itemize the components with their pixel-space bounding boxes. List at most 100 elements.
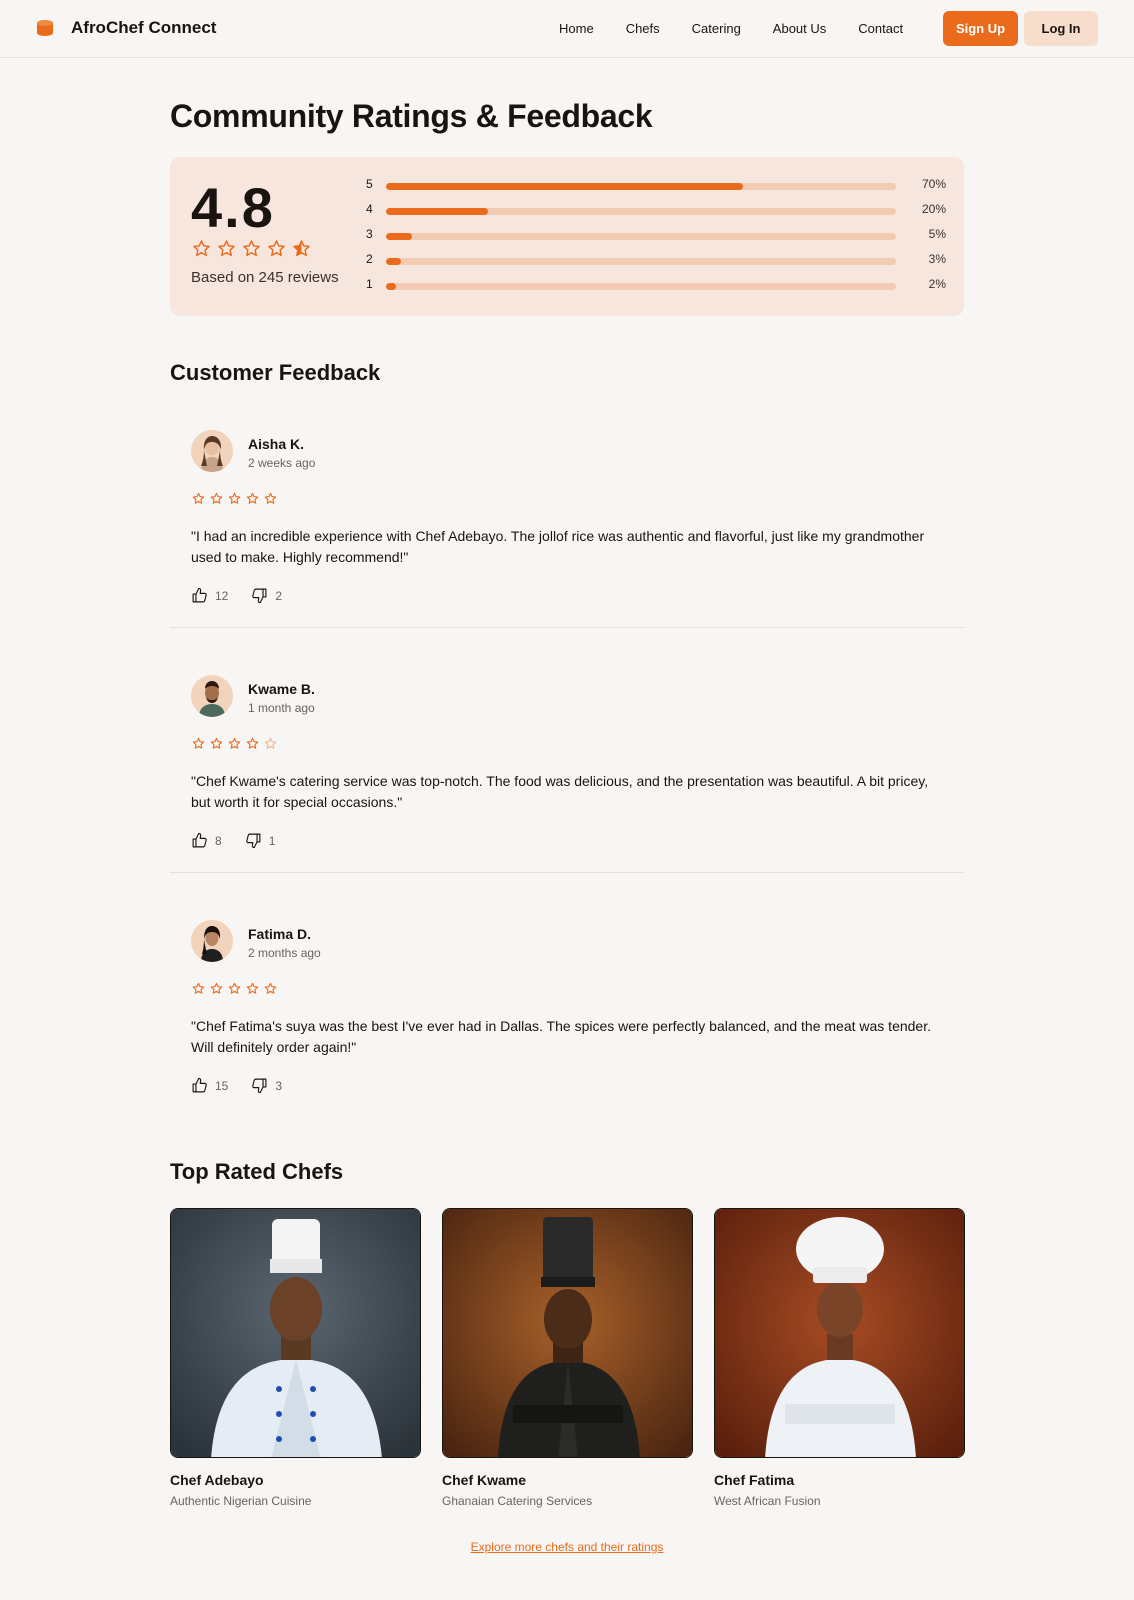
- logo-icon: [37, 20, 53, 36]
- like-button[interactable]: 8: [191, 832, 222, 849]
- chef-name: Chef Fatima: [714, 1472, 795, 1488]
- brand[interactable]: AfroChef Connect: [36, 18, 216, 38]
- average-stars: [192, 239, 311, 258]
- distribution-bar: [386, 183, 896, 190]
- top-navbar: AfroChef Connect Home Chefs Catering Abo…: [0, 0, 1134, 58]
- star-icon: [192, 492, 205, 504]
- star-icon: [210, 982, 223, 994]
- distribution-bar: [386, 283, 896, 290]
- like-count: 8: [215, 833, 222, 848]
- distribution-bar-fill: [386, 183, 743, 190]
- star-icon: [246, 737, 259, 749]
- dislike-button[interactable]: 2: [251, 587, 282, 604]
- distribution-bar: [386, 233, 896, 240]
- chef-specialty: Authentic Nigerian Cuisine: [170, 1494, 312, 1508]
- review-time: 2 weeks ago: [248, 456, 316, 470]
- chef-card[interactable]: Chef Kwame Ghanaian Catering Services: [442, 1208, 693, 1508]
- star-outline-icon: [268, 240, 285, 257]
- nav-chefs[interactable]: Chefs: [626, 21, 660, 36]
- thumbs-down-icon: [252, 588, 267, 604]
- distribution-bar: [386, 208, 896, 215]
- reviewer-name: Kwame B.: [248, 681, 315, 697]
- dislike-button[interactable]: 3: [251, 1077, 282, 1094]
- nav-contact[interactable]: Contact: [858, 21, 903, 36]
- distribution-row: 5 70%: [366, 177, 946, 202]
- thumbs-up-icon: [192, 832, 207, 848]
- distribution-label: 2: [366, 252, 373, 266]
- review-text: "Chef Kwame's catering service was top-n…: [191, 773, 929, 810]
- top-rated-chefs-title: Top Rated Chefs: [170, 1159, 344, 1184]
- sign-up-button[interactable]: Sign Up: [943, 11, 1018, 46]
- dislike-count: 3: [275, 1078, 283, 1093]
- review-stars: [192, 492, 277, 505]
- distribution-percent: 70%: [921, 177, 946, 191]
- star-icon: [228, 737, 241, 749]
- brand-name: AfroChef Connect: [71, 18, 217, 37]
- nav-about-us[interactable]: About Us: [773, 21, 826, 36]
- distribution-bar-fill: [386, 258, 402, 265]
- review-time: 2 months ago: [248, 946, 321, 960]
- distribution-label: 1: [366, 277, 373, 291]
- like-button[interactable]: 12: [191, 587, 228, 604]
- explore-link-row: Explore more chefs and their ratings: [0, 1540, 1134, 1554]
- like-count: 15: [215, 1078, 229, 1093]
- star-half-icon: [293, 240, 310, 257]
- distribution-percent: 3%: [928, 252, 946, 266]
- chef-name: Chef Kwame: [442, 1472, 527, 1488]
- review-text: "I had an incredible experience with Che…: [191, 528, 925, 565]
- page-title: Community Ratings & Feedback: [170, 98, 653, 134]
- thumbs-down-icon: [252, 1078, 267, 1094]
- reviewer-name: Aisha K.: [248, 436, 305, 452]
- dislike-count: 2: [275, 588, 283, 603]
- star-icon: [246, 492, 259, 504]
- chef-photo: [442, 1208, 693, 1458]
- star-icon: [246, 982, 259, 994]
- distribution-row: 2 3%: [366, 252, 946, 277]
- chef-card[interactable]: Chef Fatima West African Fusion: [714, 1208, 965, 1508]
- customer-feedback-title: Customer Feedback: [170, 360, 381, 385]
- thumbs-down-icon: [245, 833, 261, 849]
- star-icon: [210, 492, 223, 504]
- review-stars: [192, 982, 277, 995]
- average-score: 4.8: [191, 176, 275, 239]
- thumbs-up-icon: [192, 1077, 207, 1093]
- review-votes: 8 1: [191, 832, 275, 849]
- nav-home[interactable]: Home: [559, 21, 594, 36]
- distribution-percent: 5%: [928, 227, 946, 241]
- log-in-button[interactable]: Log In: [1024, 11, 1098, 46]
- distribution-label: 4: [366, 202, 373, 216]
- distribution-bar-fill: [386, 208, 488, 215]
- distribution-bar-fill: [386, 283, 397, 290]
- dislike-button[interactable]: 1: [245, 832, 276, 849]
- avatar: [191, 675, 233, 717]
- review-count: Based on 245 reviews: [191, 269, 339, 286]
- avatar: [191, 430, 233, 472]
- distribution-bar: [386, 258, 896, 265]
- star-icon: [228, 982, 241, 994]
- explore-chefs-link[interactable]: Explore more chefs and their ratings: [471, 1540, 664, 1554]
- star-outline-icon: [243, 240, 260, 257]
- distribution-percent: 2%: [928, 277, 946, 291]
- star-icon: [228, 492, 241, 504]
- chef-name: Chef Adebayo: [170, 1472, 264, 1488]
- main-nav: Home Chefs Catering About Us Contact: [559, 21, 935, 36]
- star-icon: [192, 982, 205, 994]
- chef-photo: [714, 1208, 965, 1458]
- rating-summary-card: 4.8 Based on 245 reviews 5 70% 4 20% 3 5…: [170, 157, 964, 316]
- star-outline-icon: [218, 240, 235, 257]
- distribution-bar-fill: [386, 233, 412, 240]
- dislike-count: 1: [268, 833, 276, 848]
- chef-card[interactable]: Chef Adebayo Authentic Nigerian Cuisine: [170, 1208, 421, 1508]
- distribution-label: 3: [366, 227, 373, 241]
- divider: [170, 872, 964, 873]
- star-icon: [264, 492, 277, 504]
- avatar: [191, 920, 233, 962]
- review-text: "Chef Fatima's suya was the best I've ev…: [191, 1018, 931, 1055]
- like-button[interactable]: 15: [191, 1077, 228, 1094]
- review-votes: 15 3: [191, 1077, 282, 1094]
- rating-distribution: 5 70% 4 20% 3 5% 2 3% 1 2%: [366, 177, 946, 302]
- chef-specialty: West African Fusion: [714, 1494, 821, 1508]
- star-icon: [210, 737, 223, 749]
- review-time: 1 month ago: [248, 701, 315, 715]
- nav-catering[interactable]: Catering: [692, 21, 741, 36]
